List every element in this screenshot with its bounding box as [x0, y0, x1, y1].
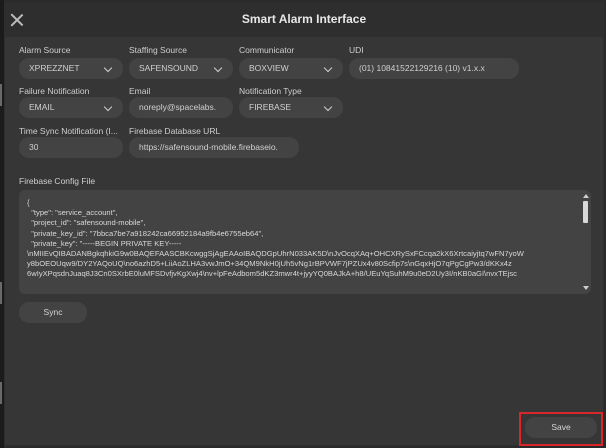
- email-field[interactable]: noreply@spacelabs.: [129, 97, 233, 118]
- notification-type-select[interactable]: FIREBASE: [239, 97, 343, 118]
- chevron-down-icon: [323, 102, 333, 112]
- dialog-title: Smart Alarm Interface: [241, 12, 367, 26]
- scroll-up-icon[interactable]: [583, 194, 589, 198]
- udi-field: (01) 10841522129216 (10) v1.x.x: [349, 58, 519, 79]
- time-sync-label: Time Sync Notification (I...: [19, 126, 118, 136]
- failure-notification-label: Failure Notification: [19, 86, 90, 96]
- firebase-url-label: Firebase Database URL: [129, 126, 221, 136]
- failure-notification-select[interactable]: EMAIL: [19, 97, 123, 118]
- alarm-source-label: Alarm Source: [19, 45, 71, 55]
- email-label: Email: [129, 86, 151, 96]
- communicator-label: Communicator: [239, 45, 295, 55]
- firebase-config-label: Firebase Config File: [19, 176, 96, 186]
- title-bar: Smart Alarm Interface: [5, 3, 603, 37]
- firebase-config-text: { "type": "service_account", "project_id…: [27, 198, 524, 279]
- config-scrollbar[interactable]: [582, 192, 589, 292]
- staffing-source-label: Staffing Source: [129, 45, 187, 55]
- scroll-down-icon[interactable]: [583, 286, 589, 290]
- chevron-down-icon: [213, 63, 223, 73]
- notification-type-label: Notification Type: [239, 86, 302, 96]
- communicator-select[interactable]: BOXVIEW: [239, 58, 343, 79]
- staffing-source-select[interactable]: SAFENSOUND: [129, 58, 233, 79]
- chevron-down-icon: [103, 63, 113, 73]
- chevron-down-icon: [103, 102, 113, 112]
- udi-label: UDI: [349, 45, 364, 55]
- save-button[interactable]: Save: [525, 417, 597, 438]
- sync-button[interactable]: Sync: [19, 302, 87, 323]
- time-sync-field[interactable]: 30: [19, 137, 123, 158]
- smart-alarm-dialog: Smart Alarm Interface Alarm Source XPREZ…: [4, 2, 604, 446]
- alarm-source-select[interactable]: XPREZZNET: [19, 58, 123, 79]
- firebase-config-textarea[interactable]: { "type": "service_account", "project_id…: [19, 190, 591, 294]
- firebase-url-field[interactable]: https://safensound-mobile.firebaseio.: [129, 137, 299, 158]
- scrollbar-thumb[interactable]: [583, 201, 588, 223]
- chevron-down-icon: [323, 63, 333, 73]
